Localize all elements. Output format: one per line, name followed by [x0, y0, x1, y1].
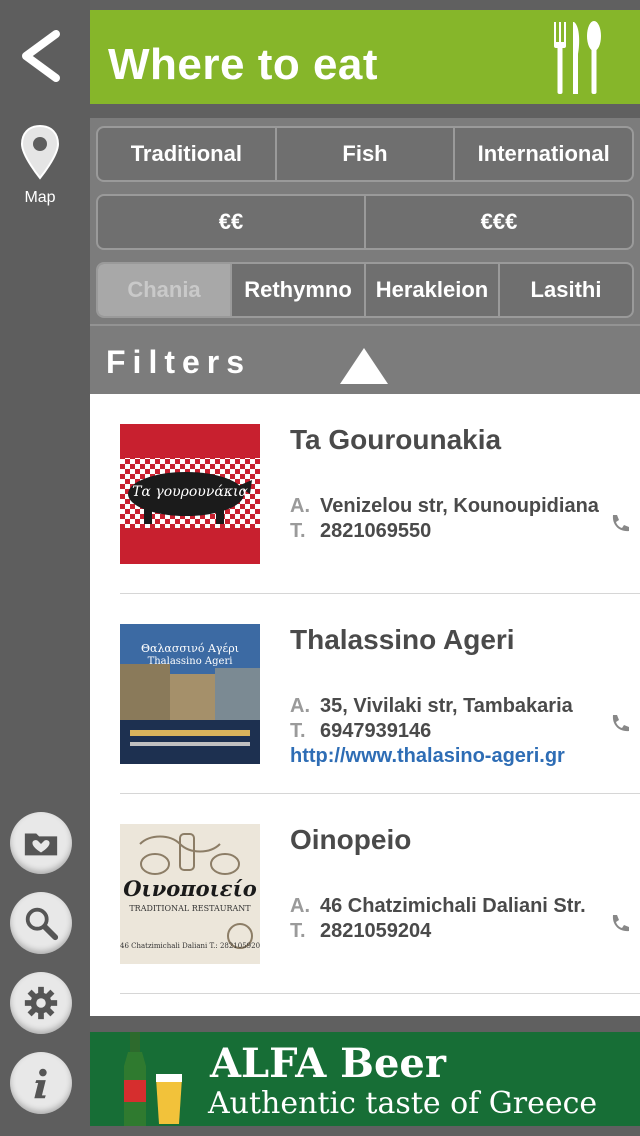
restaurant-logo: Τα γουρουνάκια: [120, 424, 260, 564]
restaurant-name: Thalassino Ageri: [290, 624, 515, 655]
search-button[interactable]: [10, 892, 72, 954]
folder-heart-icon: [24, 833, 58, 856]
filter-international[interactable]: International: [455, 128, 632, 180]
page-title: Where to eat: [108, 40, 379, 89]
address-key: A.: [290, 895, 310, 917]
phone-value[interactable]: 6947939146: [320, 720, 431, 742]
restaurant-name: Ta Gourounakia: [290, 424, 502, 455]
filters-label: Filters: [106, 344, 252, 380]
gear-icon: [24, 986, 58, 1020]
filter-traditional[interactable]: Traditional: [98, 128, 277, 180]
ad-banner[interactable]: ALFA Beer Authentic taste of Greece: [90, 1032, 640, 1126]
map-button[interactable]: Map: [10, 122, 70, 208]
logo-subtext: TRADITIONAL RESTAURANT: [129, 904, 251, 913]
filter-rethymno[interactable]: Rethymno: [232, 264, 366, 316]
phone-value[interactable]: 2821069550: [320, 520, 431, 542]
phone-icon[interactable]: [608, 912, 632, 936]
favorites-button[interactable]: [10, 812, 72, 874]
filter-panel: Traditional Fish International €€ €€€ Ch…: [90, 118, 640, 394]
beer-bottle-icon: [124, 1032, 182, 1126]
phone-value[interactable]: 2821059204: [320, 920, 431, 942]
settings-button[interactable]: [10, 972, 72, 1034]
search-icon: [25, 907, 59, 941]
ad-subtitle: Authentic taste of Greece: [208, 1086, 598, 1121]
phone-icon[interactable]: [608, 712, 632, 736]
address-value: Venizelou str, Kounoupidiana: [320, 495, 599, 517]
restaurant-info: A. 46 Chatzimichali Daliani Str. T. 282105…: [290, 894, 586, 944]
filter-lasithi[interactable]: Lasithi: [500, 264, 632, 316]
sidebar: Map: [0, 0, 90, 1136]
filter-fish[interactable]: Fish: [277, 128, 456, 180]
cutlery-icon: [554, 21, 601, 94]
address-value: 35, Vivilaki str, Tambakaria: [320, 695, 573, 717]
list-item[interactable]: Οινοποιείο TRADITIONAL RESTAURANT 46 Cha…: [120, 794, 640, 994]
phone-key: T.: [290, 720, 306, 742]
logo-footer: 46 Chatzimichali Daliani T.: 2821059204: [120, 942, 260, 950]
phone-icon[interactable]: [608, 512, 632, 536]
filter-herakleion[interactable]: Herakleion: [366, 264, 500, 316]
logo-text: Θαλασσινό Αγέρι: [141, 642, 239, 655]
restaurant-logo: Οινοποιείο TRADITIONAL RESTAURANT 46 Cha…: [120, 824, 260, 964]
back-arrow-icon: [22, 30, 60, 82]
filter-price-3[interactable]: €€€: [366, 196, 632, 248]
price-filter: €€ €€€: [96, 194, 634, 250]
list-item[interactable]: Θαλασσινό Αγέρι Thalassino Ageri Thalass…: [120, 594, 640, 794]
address-key: A.: [290, 695, 310, 717]
filters-toggle[interactable]: Filters: [90, 324, 640, 394]
cuisine-filter: Traditional Fish International: [96, 126, 634, 182]
restaurant-info: A. 35, Vivilaki str, Tambakaria T. 6947939…: [290, 694, 573, 769]
info-button[interactable]: [10, 1052, 72, 1114]
list-item[interactable]: Τα γουρουνάκια Ta Gourounakia A. Venizelo…: [120, 394, 640, 594]
address-value: 46 Chatzimichali Daliani Str.: [320, 895, 586, 917]
region-filter: Chania Rethymno Herakleion Lasithi: [96, 262, 634, 318]
phone-key: T.: [290, 520, 306, 542]
phone-key: T.: [290, 920, 306, 942]
collapse-triangle-icon: [340, 348, 388, 384]
filter-chania[interactable]: Chania: [98, 264, 232, 316]
map-pin-icon: [20, 124, 60, 180]
logo-subtext: Thalassino Ageri: [147, 656, 233, 667]
ad-title: ALFA Beer: [210, 1040, 446, 1087]
map-label: Map: [24, 189, 56, 206]
info-icon: [34, 1068, 47, 1099]
filter-price-2[interactable]: €€: [98, 196, 366, 248]
website-link[interactable]: http://www.thalasino-ageri.gr: [290, 745, 565, 767]
restaurant-logo: Θαλασσινό Αγέρι Thalassino Ageri: [120, 624, 260, 764]
restaurant-name: Oinopeio: [290, 824, 412, 855]
restaurant-info: A. Venizelou str, Kounoupidiana T. 2821069…: [290, 494, 599, 544]
address-key: A.: [290, 495, 310, 517]
restaurant-list: Τα γουρουνάκια Ta Gourounakia A. Venizelo…: [90, 394, 640, 1016]
logo-text: Τα γουρουνάκια: [132, 484, 248, 500]
back-button[interactable]: [14, 26, 74, 86]
logo-text: Οινοποιείο: [123, 876, 257, 901]
header-bar: Where to eat: [90, 10, 640, 104]
